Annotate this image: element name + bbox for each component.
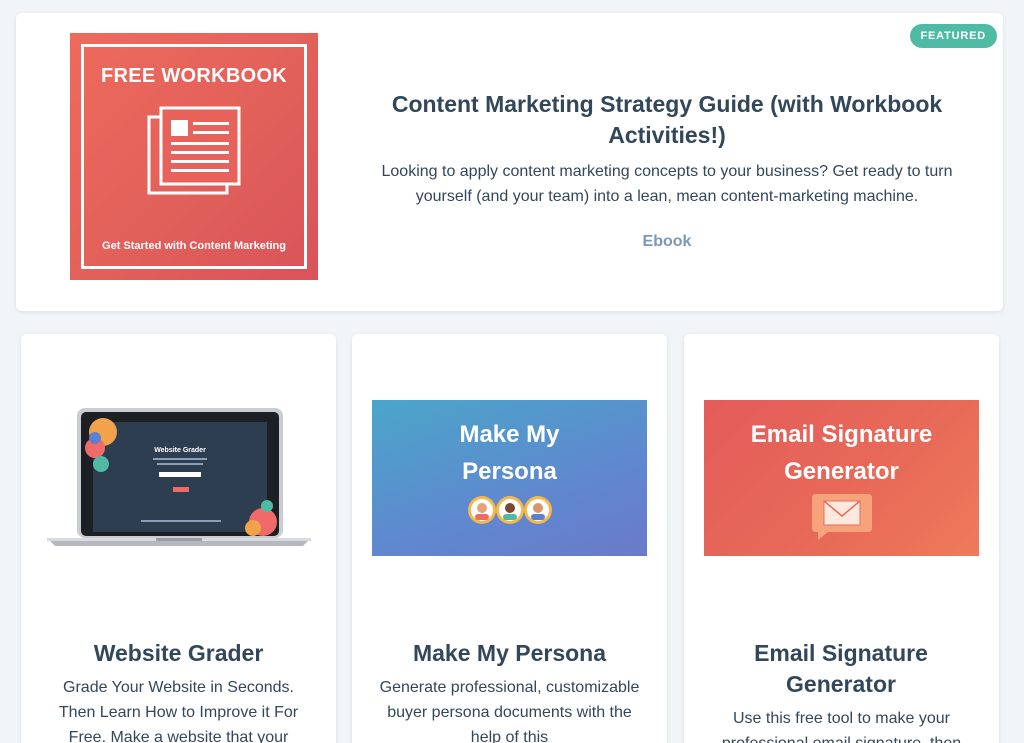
card-description: Generate professional, customizable buye… [379,679,640,743]
featured-badge: FEATURED [909,24,997,48]
persona-tile-image: Make My Persona [372,400,647,556]
card-website-grader[interactable]: Website Grader Website Grader Grade Your… [21,334,336,743]
featured-card[interactable]: FEATURED FREE WORKBOOK Get Started with … [16,13,1003,311]
featured-cover-image[interactable]: FREE WORKBOOK Get Started with Content M… [70,33,318,280]
persona-tile-text: Make My Persona [459,421,560,485]
envelope-icon [811,494,872,540]
card-title[interactable]: Email Signature Generator [741,638,941,700]
laptop-image: Website Grader [47,408,311,546]
card-title[interactable]: Website Grader [31,638,326,669]
persona-avatars-icon [467,496,552,524]
card-description: Grade Your Website in Seconds. Then Lear… [58,679,299,743]
featured-text: Content Marketing Strategy Guide (with W… [356,89,978,251]
card-make-my-persona[interactable]: Make My Persona Make My Persona Generate… [352,334,667,743]
featured-title[interactable]: Content Marketing Strategy Guide (with W… [356,89,978,151]
laptop-screen-title: Website Grader [154,447,206,454]
cover-title: FREE WORKBOOK [100,65,288,87]
card-description: Use this free tool to make your professi… [722,710,961,743]
document-icon [147,106,241,195]
email-tile-image: Email Signature Generator [704,400,979,556]
featured-type-label: Ebook [642,233,692,250]
card-email-signature-generator[interactable]: Email Signature Generator Email Signatur… [684,334,999,743]
cover-subtitle: Get Started with Content Marketing [102,240,286,252]
featured-description: Looking to apply content marketing conce… [381,163,953,205]
email-tile-text: Email Signature Generator [750,421,933,485]
card-title[interactable]: Make My Persona [362,638,657,669]
